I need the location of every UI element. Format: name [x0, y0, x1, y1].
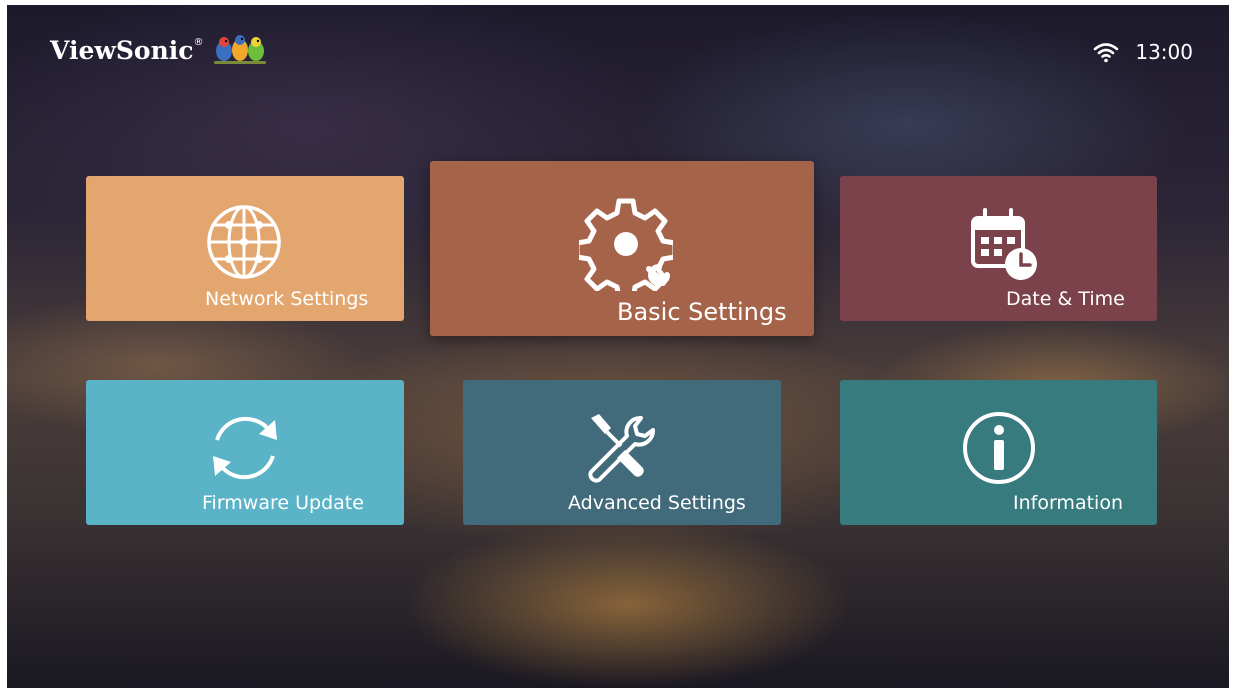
tile-firmware-update[interactable]: Firmware Update: [86, 380, 404, 525]
tile-network-settings[interactable]: Network Settings: [86, 176, 404, 321]
tile-label: Basic Settings: [617, 298, 787, 326]
brand-name: ViewSonic: [50, 35, 194, 65]
brand-registered-mark: ®: [193, 37, 204, 48]
info-icon: [963, 412, 1035, 484]
tile-date-time[interactable]: Date & Time: [840, 176, 1157, 321]
wifi-icon: [1094, 43, 1119, 63]
tile-label: Firmware Update: [202, 492, 364, 514]
clock: 13:00: [1135, 40, 1193, 64]
tile-label: Information: [1013, 492, 1123, 514]
tile-label: Network Settings: [205, 288, 369, 310]
viewsonic-logo: ViewSonic ®: [50, 33, 268, 67]
tile-basic-settings[interactable]: Basic Settings: [430, 161, 814, 336]
tile-label: Date & Time: [1006, 288, 1125, 310]
status-bar: 13:00: [1093, 40, 1193, 64]
tile-label: Advanced Settings: [568, 492, 746, 514]
birds-logo-icon: [213, 35, 266, 64]
refresh-icon: [213, 416, 277, 480]
tools-icon: [588, 414, 655, 483]
tile-advanced-settings[interactable]: Advanced Settings: [463, 380, 781, 525]
calendar-clock-icon: [971, 208, 1037, 280]
settings-screen: ViewSonic ® 13:00 Network Settings Basic…: [7, 5, 1229, 688]
globe-icon: [207, 205, 281, 279]
gear-icon: [579, 198, 673, 291]
tile-information[interactable]: Information: [840, 380, 1157, 525]
